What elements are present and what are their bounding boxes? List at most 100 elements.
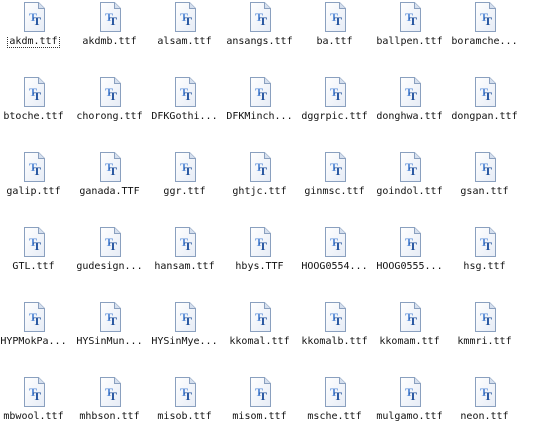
- file-item[interactable]: T T btoche.ttf: [0, 76, 71, 148]
- truetype-font-file-icon[interactable]: TT: [249, 377, 272, 407]
- file-item[interactable]: T T DFKGothi...: [147, 76, 222, 148]
- file-name-label[interactable]: HOOG0555...: [372, 261, 447, 273]
- file-item[interactable]: T T misom.ttf: [222, 376, 297, 448]
- file-item[interactable]: T T chorong.ttf: [72, 76, 147, 148]
- file-item[interactable]: T T akdmb.ttf: [72, 1, 147, 73]
- file-item[interactable]: T T neon.ttf: [447, 376, 522, 448]
- truetype-font-file-icon[interactable]: TT: [399, 77, 422, 107]
- file-name-label[interactable]: hansam.ttf: [147, 261, 222, 273]
- file-name-label[interactable]: gsan.ttf: [447, 186, 522, 198]
- file-item[interactable]: T T alsam.ttf: [147, 1, 222, 73]
- file-item[interactable]: T T ginmsc.ttf: [297, 151, 372, 223]
- file-name-label[interactable]: akdmb.ttf: [72, 36, 147, 48]
- file-item[interactable]: T T HYSinMun...: [72, 301, 147, 373]
- truetype-font-file-icon[interactable]: TT: [399, 227, 422, 257]
- truetype-font-file-icon[interactable]: TT: [174, 227, 197, 257]
- file-name-label[interactable]: HYSinMun...: [72, 336, 147, 348]
- file-item[interactable]: T T gsan.ttf: [447, 151, 522, 223]
- truetype-font-file-icon[interactable]: TT: [474, 377, 497, 407]
- file-item[interactable]: T T mulgamo.ttf: [372, 376, 447, 448]
- file-name-label[interactable]: HOOG0554...: [297, 261, 372, 273]
- truetype-font-file-icon[interactable]: TT: [99, 227, 122, 257]
- file-name-label[interactable]: ansangs.ttf: [222, 36, 297, 48]
- file-name-label[interactable]: DFKGothi...: [147, 111, 222, 123]
- file-name-label[interactable]: kkomalb.ttf: [297, 336, 372, 348]
- truetype-font-file-icon[interactable]: TT: [23, 77, 46, 107]
- file-name-label[interactable]: misob.ttf: [147, 411, 222, 423]
- file-item[interactable]: T T dongpan.ttf: [447, 76, 522, 148]
- file-item[interactable]: T T goindol.ttf: [372, 151, 447, 223]
- file-item[interactable]: T T misob.ttf: [147, 376, 222, 448]
- file-item[interactable]: T T ballpen.ttf: [372, 1, 447, 73]
- truetype-font-file-icon[interactable]: TT: [99, 377, 122, 407]
- truetype-font-file-icon[interactable]: TT: [23, 152, 46, 182]
- file-name-label[interactable]: hsg.ttf: [447, 261, 522, 273]
- file-name-label[interactable]: gudesign...: [72, 261, 147, 273]
- file-name-label[interactable]: mhbson.ttf: [72, 411, 147, 423]
- file-item[interactable]: T T kkomam.ttf: [372, 301, 447, 373]
- file-item[interactable]: T T HYPMokPa...: [0, 301, 71, 373]
- file-name-label[interactable]: kkomam.ttf: [372, 336, 447, 348]
- file-name-label[interactable]: chorong.ttf: [72, 111, 147, 123]
- truetype-font-file-icon[interactable]: TT: [399, 377, 422, 407]
- file-name-label[interactable]: goindol.ttf: [372, 186, 447, 198]
- truetype-font-file-icon[interactable]: TT: [23, 302, 46, 332]
- truetype-font-file-icon[interactable]: TT: [174, 77, 197, 107]
- file-item[interactable]: T T HYSinMye...: [147, 301, 222, 373]
- truetype-font-file-icon[interactable]: TT: [174, 2, 197, 32]
- file-name-label[interactable]: ghtjc.ttf: [222, 186, 297, 198]
- file-name-label[interactable]: ballpen.ttf: [372, 36, 447, 48]
- file-item[interactable]: T T kmmri.ttf: [447, 301, 522, 373]
- file-name-label[interactable]: mbwool.ttf: [0, 411, 71, 423]
- file-item[interactable]: T T ansangs.ttf: [222, 1, 297, 73]
- file-item[interactable]: T T dggrpic.ttf: [297, 76, 372, 148]
- file-item[interactable]: T T gudesign...: [72, 226, 147, 298]
- truetype-font-file-icon[interactable]: TT: [249, 302, 272, 332]
- file-name-label[interactable]: ginmsc.ttf: [297, 186, 372, 198]
- file-name-label[interactable]: alsam.ttf: [147, 36, 222, 48]
- truetype-font-file-icon[interactable]: TT: [474, 2, 497, 32]
- truetype-font-file-icon[interactable]: TT: [174, 377, 197, 407]
- truetype-font-file-icon[interactable]: TT: [23, 377, 46, 407]
- file-item[interactable]: T T mhbson.ttf: [72, 376, 147, 448]
- file-item[interactable]: T T akdm.ttf: [0, 1, 71, 73]
- file-item[interactable]: T T kkomal.ttf: [222, 301, 297, 373]
- file-name-label[interactable]: akdm.ttf: [0, 36, 71, 48]
- file-item[interactable]: T T msche.ttf: [297, 376, 372, 448]
- truetype-font-file-icon[interactable]: TT: [99, 77, 122, 107]
- truetype-font-file-icon[interactable]: TT: [324, 77, 347, 107]
- file-item[interactable]: T T mbwool.ttf: [0, 376, 71, 448]
- truetype-font-file-icon[interactable]: TT: [324, 152, 347, 182]
- file-item[interactable]: T T hansam.ttf: [147, 226, 222, 298]
- file-item[interactable]: T T hbys.TTF: [222, 226, 297, 298]
- file-name-label[interactable]: neon.ttf: [447, 411, 522, 423]
- file-name-label[interactable]: dongpan.ttf: [447, 111, 522, 123]
- file-name-label[interactable]: boramche...: [447, 36, 522, 48]
- file-item[interactable]: T T donghwa.ttf: [372, 76, 447, 148]
- truetype-font-file-icon[interactable]: TT: [324, 377, 347, 407]
- file-name-label[interactable]: kkomal.ttf: [222, 336, 297, 348]
- file-item[interactable]: T T GTL.ttf: [0, 226, 71, 298]
- file-name-label[interactable]: mulgamo.ttf: [372, 411, 447, 423]
- file-name-label[interactable]: btoche.ttf: [0, 111, 71, 123]
- truetype-font-file-icon[interactable]: TT: [249, 2, 272, 32]
- truetype-font-file-icon[interactable]: TT: [23, 227, 46, 257]
- file-name-label[interactable]: donghwa.ttf: [372, 111, 447, 123]
- file-item[interactable]: T T HOOG0554...: [297, 226, 372, 298]
- file-name-label[interactable]: ggr.ttf: [147, 186, 222, 198]
- file-item[interactable]: T T kkomalb.ttf: [297, 301, 372, 373]
- truetype-font-file-icon[interactable]: TT: [23, 2, 46, 32]
- truetype-font-file-icon[interactable]: TT: [474, 77, 497, 107]
- truetype-font-file-icon[interactable]: TT: [174, 302, 197, 332]
- file-name-label[interactable]: dggrpic.ttf: [297, 111, 372, 123]
- truetype-font-file-icon[interactable]: TT: [474, 227, 497, 257]
- truetype-font-file-icon[interactable]: TT: [399, 2, 422, 32]
- file-name-label[interactable]: GTL.ttf: [0, 261, 71, 273]
- truetype-font-file-icon[interactable]: TT: [99, 152, 122, 182]
- file-name-label[interactable]: HYPMokPa...: [0, 336, 71, 348]
- truetype-font-file-icon[interactable]: TT: [324, 302, 347, 332]
- file-name-label[interactable]: msche.ttf: [297, 411, 372, 423]
- file-item[interactable]: T T ghtjc.ttf: [222, 151, 297, 223]
- file-item[interactable]: T T hsg.ttf: [447, 226, 522, 298]
- file-name-label[interactable]: ganada.TTF: [72, 186, 147, 198]
